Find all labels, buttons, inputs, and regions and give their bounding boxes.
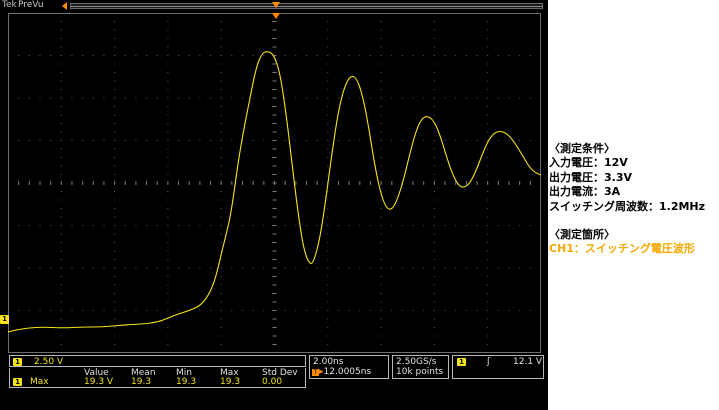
brand-label: Tek [2, 0, 17, 10]
location-title: 〈測定箇所〉 [549, 228, 615, 242]
meas-stddev: 0.00 [262, 377, 283, 387]
rising-edge-icon: ʃ [487, 357, 491, 367]
condition-output-voltage: 出力電圧：3.3V [549, 170, 632, 184]
record-position-bar [70, 3, 543, 9]
meas-mean: 19.3 [131, 377, 152, 387]
conditions-title: 〈測定条件〉 [549, 142, 615, 155]
sample-rate: 2.50GS/s [396, 357, 437, 367]
acquisition-panel[interactable]: 2.50GS/s 10k points [392, 355, 449, 379]
measurement-panel[interactable]: Value Mean Min Max Std Dev 1 Max 19.3 V … [9, 368, 306, 388]
ch1-ground-marker[interactable]: 1 [0, 315, 9, 324]
meas-ch1-badge: 1 [13, 378, 22, 386]
scope-status-bar: Tek PreVu [0, 0, 548, 13]
condition-output-current: 出力電流：3A [549, 185, 621, 199]
ch1-description: CH1：スイッチング電圧波形 [549, 242, 695, 256]
oscilloscope-screen: Tek PreVu 1 1 2.50 V Value Mean Min Max … [0, 0, 548, 410]
record-length: 10k points [396, 367, 444, 377]
trigger-panel[interactable]: 1 ʃ 12.1 V [452, 355, 544, 379]
trigger-level: 12.1 V [513, 357, 543, 367]
horizontal-position: 12.0005ns [323, 367, 372, 377]
ch1-badge: 1 [13, 358, 22, 366]
acquisition-mode-label: PreVu [18, 0, 44, 10]
waveform-graticule [8, 13, 541, 353]
condition-switching-frequency: スイッチング周波数：1.2MHz [549, 199, 706, 213]
meas-max: 19.3 [220, 377, 241, 387]
record-start-icon [62, 2, 67, 10]
condition-input-voltage: 入力電圧：12V [549, 156, 628, 170]
ch1-volts-per-div: 2.50 V [34, 357, 64, 367]
trigger-position-icon [272, 2, 280, 8]
meas-min: 19.3 [176, 377, 197, 387]
channel-scale-panel[interactable]: 1 2.50 V [9, 355, 306, 367]
trigger-delay-icon: T [312, 369, 319, 376]
grid-center-axes [8, 13, 541, 353]
timebase-panel[interactable]: 2.00ns T ▸12.0005ns [309, 355, 389, 379]
meas-name: Max [30, 377, 49, 387]
time-per-div: 2.00ns [313, 357, 344, 367]
meas-value: 19.3 V [84, 377, 114, 387]
measurement-notes: 〈測定条件〉 入力電圧：12V 出力電圧：3.3V 出力電流：3A スイッチング… [549, 142, 719, 257]
trigger-point-icon [272, 13, 280, 19]
trigger-source-badge: 1 [457, 358, 466, 366]
